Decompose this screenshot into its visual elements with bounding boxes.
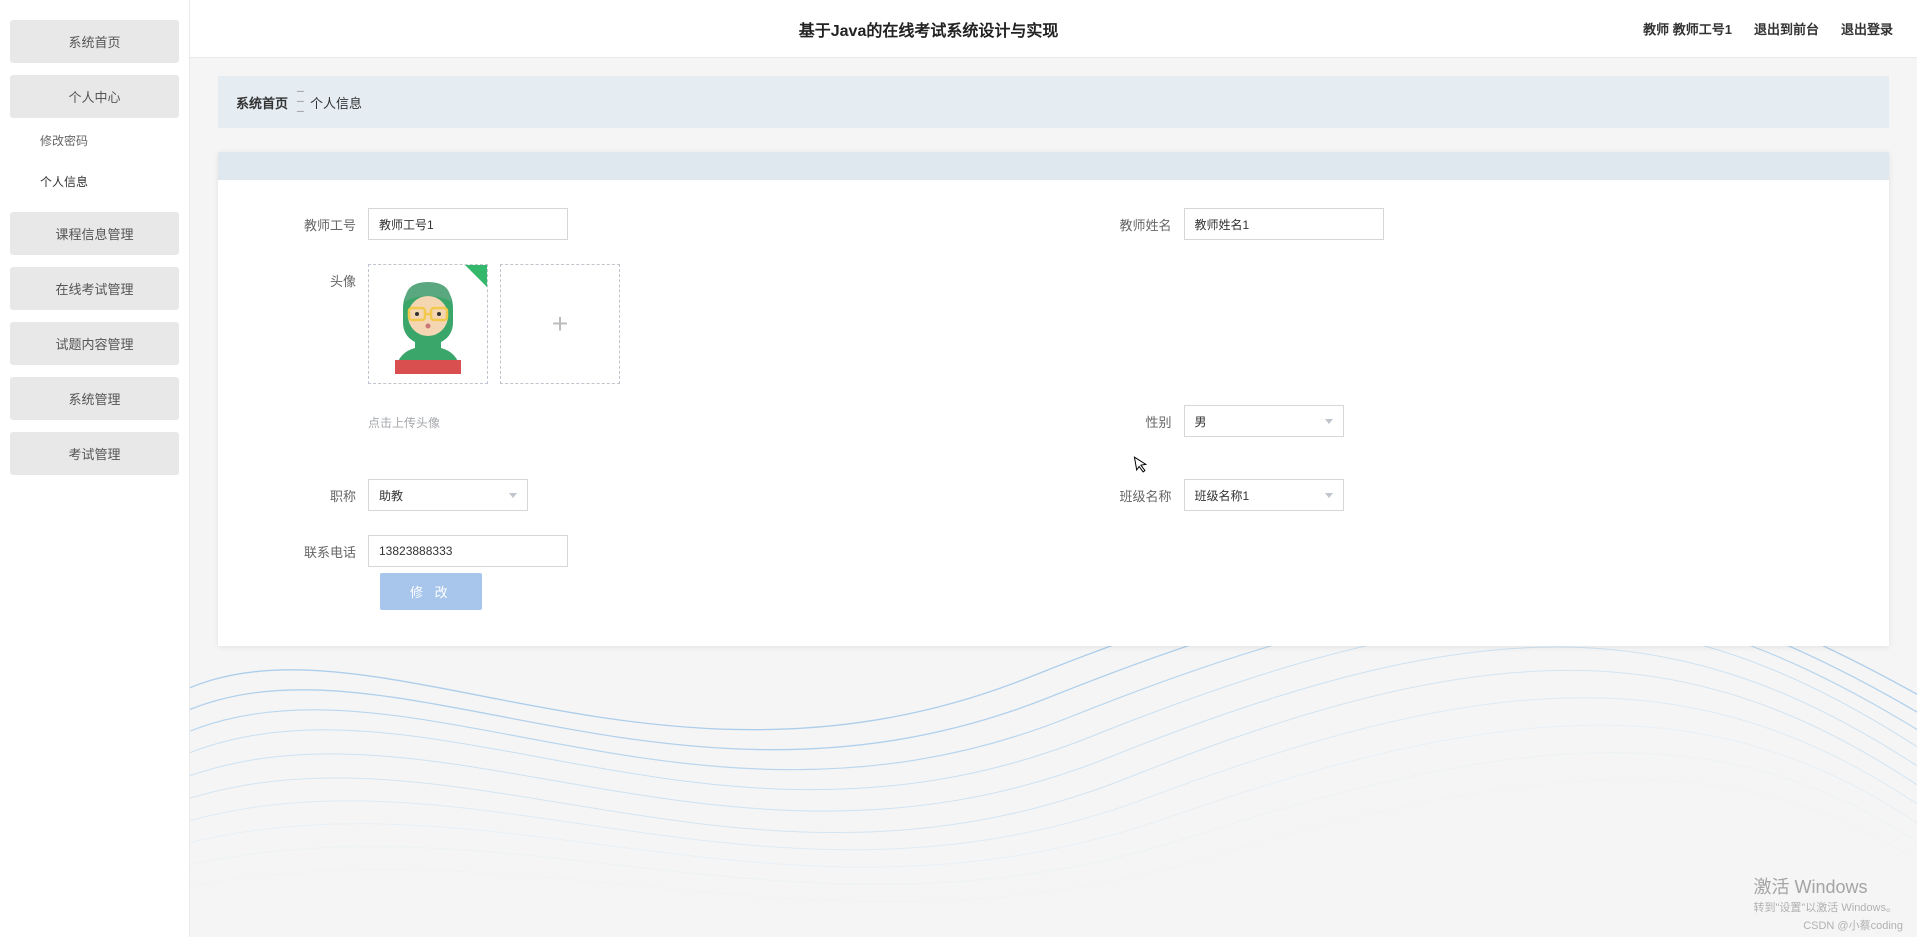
sidebar-subgroup: 修改密码 个人信息 xyxy=(10,122,179,200)
windows-watermark: 激活 Windows 转到"设置"以激活 Windows。 xyxy=(1754,873,1898,915)
select-gender[interactable]: 男 xyxy=(1184,405,1344,437)
check-corner-icon xyxy=(465,265,487,287)
label-phone: 联系电话 xyxy=(278,535,368,561)
select-gender-value: 男 xyxy=(1195,413,1207,430)
input-teacher-name[interactable] xyxy=(1184,208,1384,240)
label-gender: 性别 xyxy=(1094,405,1184,431)
csdn-watermark: CSDN @小蔡coding xyxy=(1803,917,1903,933)
breadcrumb: 系统首页 个人信息 xyxy=(218,76,1889,128)
upload-hint: 点击上传头像 xyxy=(368,414,620,431)
sidebar-item-exam-mgmt[interactable]: 考试管理 xyxy=(10,432,179,475)
page-title: 基于Java的在线考试系统设计与实现 xyxy=(214,17,1643,41)
avatar-upload-button[interactable]: + xyxy=(500,264,620,384)
header-to-front[interactable]: 退出到前台 xyxy=(1754,19,1819,38)
sidebar-sub-change-password[interactable]: 修改密码 xyxy=(10,122,179,159)
sidebar-item-question[interactable]: 试题内容管理 xyxy=(10,322,179,365)
breadcrumb-current: 个人信息 xyxy=(310,93,362,112)
sidebar-item-system[interactable]: 系统管理 xyxy=(10,377,179,420)
sidebar-item-course[interactable]: 课程信息管理 xyxy=(10,212,179,255)
breadcrumb-separator-icon xyxy=(296,87,302,117)
label-avatar: 头像 xyxy=(278,264,368,290)
select-title-value: 助教 xyxy=(379,487,403,504)
chevron-down-icon xyxy=(1325,493,1333,498)
header: 基于Java的在线考试系统设计与实现 教师 教师工号1 退出到前台 退出登录 xyxy=(190,0,1917,58)
avatar-icon xyxy=(383,274,473,374)
sidebar: 系统首页 个人中心 修改密码 个人信息 课程信息管理 在线考试管理 试题内容管理… xyxy=(0,0,190,937)
card-header-bar xyxy=(218,152,1889,180)
label-title: 职称 xyxy=(278,479,368,505)
select-title[interactable]: 助教 xyxy=(368,479,528,511)
form-card: 教师工号 教师姓名 头像 xyxy=(218,152,1889,646)
avatar-preview[interactable] xyxy=(368,264,488,384)
input-phone[interactable] xyxy=(368,535,568,567)
sidebar-item-personal[interactable]: 个人中心 xyxy=(10,75,179,118)
breadcrumb-home[interactable]: 系统首页 xyxy=(236,93,288,112)
sidebar-item-home[interactable]: 系统首页 xyxy=(10,20,179,63)
label-teacher-name: 教师姓名 xyxy=(1094,208,1184,234)
select-class-value: 班级名称1 xyxy=(1195,487,1250,504)
submit-button[interactable]: 修 改 xyxy=(380,573,482,610)
plus-icon: + xyxy=(552,308,568,340)
chevron-down-icon xyxy=(1325,419,1333,424)
input-teacher-id[interactable] xyxy=(368,208,568,240)
header-user[interactable]: 教师 教师工号1 xyxy=(1643,19,1732,38)
label-class: 班级名称 xyxy=(1094,479,1184,505)
select-class[interactable]: 班级名称1 xyxy=(1184,479,1344,511)
sidebar-sub-personal-info[interactable]: 个人信息 xyxy=(10,163,179,200)
sidebar-item-exam[interactable]: 在线考试管理 xyxy=(10,267,179,310)
chevron-down-icon xyxy=(509,493,517,498)
header-logout[interactable]: 退出登录 xyxy=(1841,19,1893,38)
label-teacher-id: 教师工号 xyxy=(278,208,368,234)
